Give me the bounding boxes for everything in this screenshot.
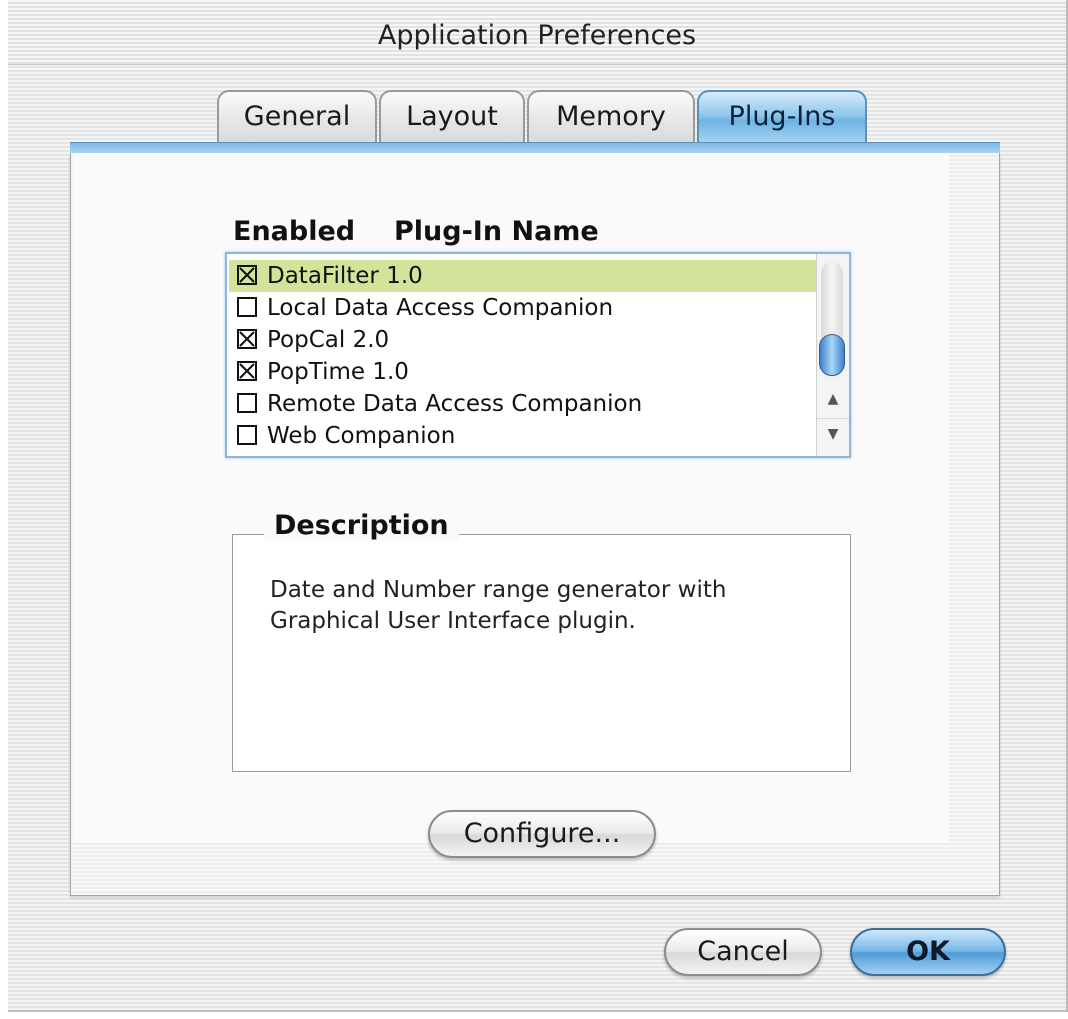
plug-in-name: Web Companion — [267, 423, 456, 449]
tab-plug-ins[interactable]: Plug-Ins — [697, 90, 867, 144]
list-item[interactable]: DataFilter 1.0 — [229, 260, 816, 292]
tab-general[interactable]: General — [217, 90, 377, 144]
window-left-edge — [0, 0, 8, 1019]
enabled-checkbox[interactable] — [237, 393, 257, 413]
checkbox-x-mark-icon — [239, 267, 255, 283]
description-line-2: Graphical User Interface plugin. — [270, 608, 636, 634]
list-item[interactable]: PopTime 1.0 — [229, 356, 816, 388]
plug-in-name: PopCal 2.0 — [267, 327, 390, 353]
tab-memory[interactable]: Memory — [527, 90, 695, 144]
checkbox-x-mark-icon — [239, 363, 255, 379]
list-scrollbar[interactable]: ▲ ▼ — [816, 254, 849, 456]
ok-button[interactable]: OK — [850, 928, 1006, 976]
enabled-checkbox[interactable] — [237, 297, 257, 317]
window-title: Application Preferences — [377, 20, 697, 51]
plug-in-name: Remote Data Access Companion — [267, 391, 643, 417]
enabled-checkbox[interactable] — [237, 361, 257, 381]
scroll-up-arrow-icon[interactable]: ▲ — [817, 384, 849, 414]
configure-button[interactable]: Configure... — [428, 810, 656, 858]
list-item[interactable]: Web Companion — [229, 420, 816, 452]
enabled-checkbox[interactable] — [237, 425, 257, 445]
list-item[interactable]: PopCal 2.0 — [229, 324, 816, 356]
scroll-down-arrow-icon[interactable]: ▼ — [817, 418, 849, 449]
list-item[interactable]: Remote Data Access Companion — [229, 388, 816, 420]
plug-in-name: PopTime 1.0 — [267, 359, 409, 385]
tab-layout[interactable]: Layout — [379, 90, 525, 144]
enabled-checkbox[interactable] — [237, 265, 257, 285]
column-header-enabled: Enabled — [233, 216, 356, 247]
plug-in-list[interactable]: DataFilter 1.0 Local Data Access Compani… — [225, 252, 851, 458]
checkbox-x-mark-icon — [239, 331, 255, 347]
enabled-checkbox[interactable] — [237, 329, 257, 349]
title-bar[interactable]: Application Preferences — [8, 0, 1066, 65]
description-text: Date and Number range generator with Gra… — [270, 575, 830, 637]
description-groupbox — [232, 534, 851, 772]
plug-in-name: DataFilter 1.0 — [267, 263, 423, 289]
plug-in-name: Local Data Access Companion — [267, 295, 614, 321]
column-header-plug-in-name: Plug-In Name — [394, 216, 599, 247]
scroll-thumb[interactable] — [819, 334, 845, 376]
list-item[interactable]: Local Data Access Companion — [229, 292, 816, 324]
description-line-1: Date and Number range generator with — [270, 577, 727, 603]
description-title: Description — [264, 510, 459, 541]
cancel-button[interactable]: Cancel — [664, 928, 822, 976]
